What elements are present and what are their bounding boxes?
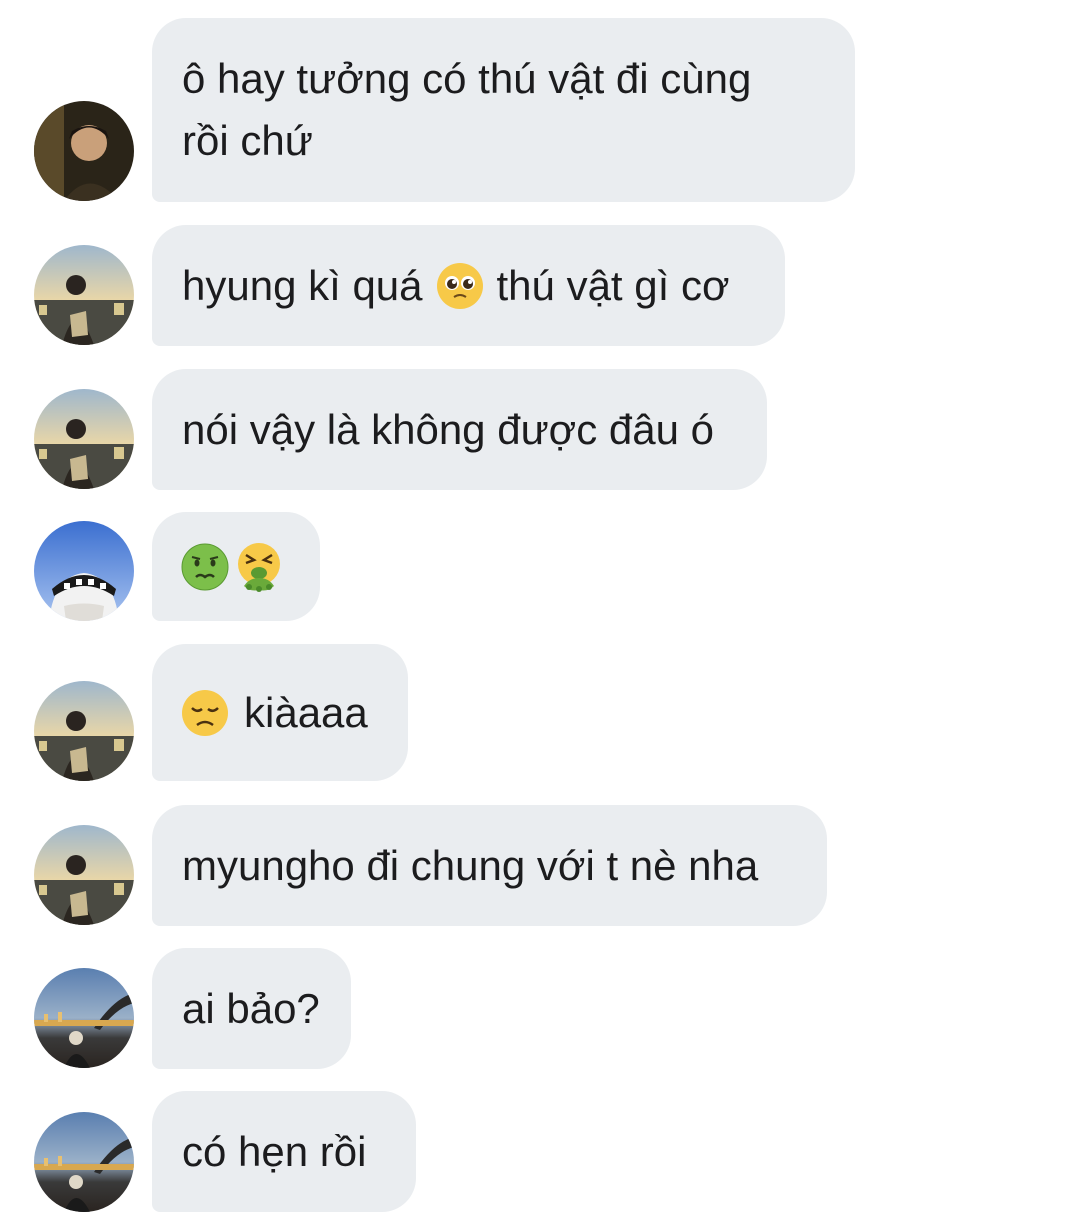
message-bubble[interactable]: nói vậy là không được đâu ó <box>152 369 767 490</box>
message-bubble[interactable]: myungho đi chung với t nè nha <box>152 805 827 926</box>
message-text: myungho đi chung với t nè nha <box>182 841 759 889</box>
avatar[interactable] <box>34 825 134 925</box>
pleading-face-icon <box>435 261 485 311</box>
disappointed-face-icon <box>180 688 230 738</box>
avatar[interactable] <box>34 245 134 345</box>
nauseated-face-icon <box>180 542 230 592</box>
avatar[interactable] <box>34 521 134 621</box>
message-text: có hẹn rồi <box>182 1127 367 1175</box>
avatar[interactable] <box>34 681 134 781</box>
message-text: thú vật gì cơ <box>496 261 730 309</box>
message-bubble[interactable] <box>152 512 320 621</box>
message-text: ai bảo? <box>182 984 320 1032</box>
avatar[interactable] <box>34 389 134 489</box>
message-bubble[interactable]: kiàaaa <box>152 644 408 781</box>
message-text: hyung kì quá <box>182 261 423 309</box>
message-bubble[interactable]: ai bảo? <box>152 948 351 1069</box>
message-bubble[interactable]: hyung kì quá thú vật gì cơ <box>152 225 785 346</box>
avatar[interactable] <box>34 101 134 201</box>
message-bubble[interactable]: ô hay tưởng có thú vật đi cùng rồi chứ <box>152 18 855 202</box>
vomiting-face-icon <box>234 542 284 592</box>
message-text: nói vậy là không được đâu ó <box>182 405 714 453</box>
avatar[interactable] <box>34 1112 134 1212</box>
avatar[interactable] <box>34 968 134 1068</box>
message-text: kiàaaa <box>244 688 368 736</box>
message-text: ô hay tưởng có thú vật đi cùng rồi chứ <box>182 55 764 164</box>
message-bubble[interactable]: có hẹn rồi <box>152 1091 416 1212</box>
